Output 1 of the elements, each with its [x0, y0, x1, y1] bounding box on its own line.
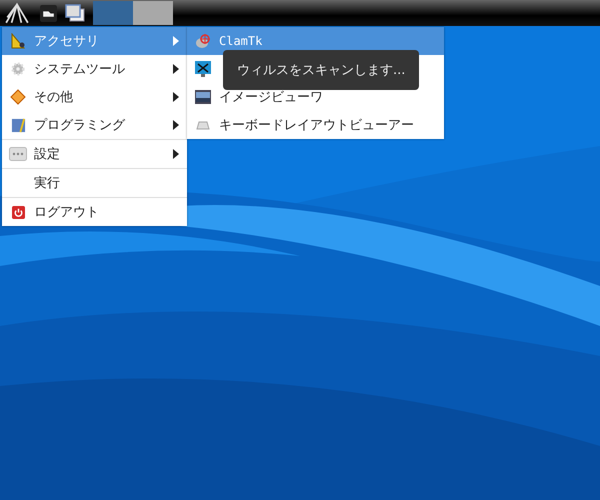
tooltip: ウィルスをスキャンします... — [223, 50, 420, 90]
